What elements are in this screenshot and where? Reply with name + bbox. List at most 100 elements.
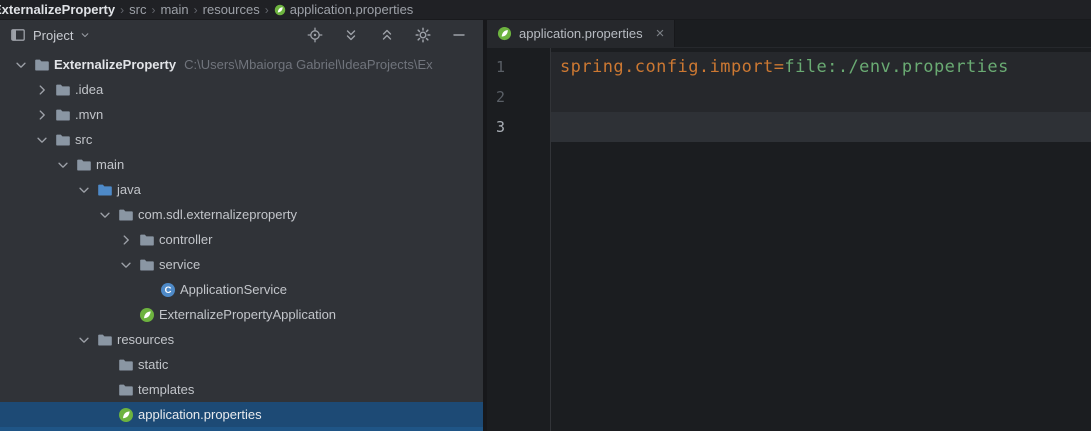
tab-label: application.properties <box>519 26 643 41</box>
code-area[interactable]: spring.config.import=file:./env.properti… <box>551 48 1091 431</box>
project-tree: ExternalizeProperty C:\Users\Mbaiorga Ga… <box>0 50 483 427</box>
tree-item-externalizepropertyapplication[interactable]: ExternalizePropertyApplication <box>0 302 483 327</box>
editor-gutter: 1 2 3 <box>487 48 551 431</box>
spring-properties-icon <box>274 4 286 16</box>
spring-boot-icon <box>137 307 157 323</box>
item-label: src <box>75 132 93 147</box>
editor-pane: application.properties × 1 2 3 spring.conf… <box>487 20 1091 431</box>
folder-icon <box>53 82 73 98</box>
item-label: main <box>96 157 125 172</box>
tab-application-properties[interactable]: application.properties × <box>487 20 676 47</box>
folder-icon <box>95 332 115 348</box>
chevron-icon <box>94 408 116 422</box>
spring-properties-icon <box>116 407 136 423</box>
chevron-icon <box>94 358 116 372</box>
source-folder-icon <box>95 182 115 198</box>
tree-item-java[interactable]: java <box>0 177 483 202</box>
item-label: ExternalizePropertyApplication <box>159 307 337 322</box>
project-panel-title[interactable]: Project <box>33 28 73 43</box>
folder-icon <box>74 157 94 173</box>
tab-close-icon[interactable]: × <box>656 26 665 41</box>
chevron-down-icon[interactable] <box>115 258 137 272</box>
chevron-down-icon[interactable] <box>52 158 74 172</box>
project-panel-toolbar <box>307 27 467 43</box>
locate-icon[interactable] <box>307 27 323 43</box>
item-label: static <box>138 357 169 372</box>
code-segment: spring.config.import <box>560 57 774 77</box>
tree-item-service[interactable]: service <box>0 252 483 277</box>
chevron-right-icon[interactable] <box>31 108 53 122</box>
folder-icon <box>53 132 73 148</box>
folder-icon <box>116 357 136 373</box>
chevron-down-icon[interactable] <box>73 183 95 197</box>
breadcrumb-separator: › <box>151 2 156 17</box>
breadcrumb-resources[interactable]: resources <box>203 2 260 17</box>
chevron-down-icon[interactable] <box>10 58 32 72</box>
tree-item-src[interactable]: src <box>0 127 483 152</box>
item-label: .mvn <box>75 107 104 122</box>
navigation-breadcrumb-bar: ExternalizeProperty › src › main › resources › a… <box>0 0 1091 20</box>
item-label: ApplicationService <box>180 282 287 297</box>
line-number-3: 3 <box>496 118 506 136</box>
tree-item-controller[interactable]: controller <box>0 227 483 252</box>
breadcrumb-main[interactable]: main <box>160 2 188 17</box>
tree-item-templates[interactable]: templates <box>0 377 483 402</box>
code-line-3[interactable] <box>551 112 1091 142</box>
line-number-1: 1 <box>496 58 506 76</box>
code-segment: = <box>773 57 785 77</box>
collapse-all-icon[interactable] <box>379 27 395 43</box>
item-label: com.sdl.externalizeproperty <box>138 207 297 222</box>
settings-gear-icon[interactable] <box>415 27 431 43</box>
project-tool-window: Project ExternalizeProperty C:\Users\Mba… <box>0 20 483 431</box>
item-label: application.properties <box>138 407 262 422</box>
breadcrumb-externalizeproperty[interactable]: ExternalizeProperty <box>0 2 115 17</box>
svg-text:C: C <box>165 285 172 296</box>
line-number-2: 2 <box>496 88 506 106</box>
breadcrumb-src[interactable]: src <box>129 2 146 17</box>
chevron-right-icon[interactable] <box>115 233 137 247</box>
expand-all-icon[interactable] <box>343 27 359 43</box>
code-line-2[interactable] <box>551 82 1091 112</box>
item-label: templates <box>138 382 195 397</box>
tree-item-resources[interactable]: resources <box>0 327 483 352</box>
class-icon: C <box>158 282 178 298</box>
spring-properties-icon <box>497 26 512 41</box>
chevron-icon <box>94 383 116 397</box>
tree-item-applicationservice[interactable]: C ApplicationService <box>0 277 483 302</box>
tree-item-externalizeproperty[interactable]: ExternalizeProperty C:\Users\Mbaiorga Ga… <box>0 52 483 77</box>
project-folder-icon <box>32 57 52 73</box>
breadcrumb-separator: › <box>120 2 125 17</box>
project-tool-window-icon[interactable] <box>10 27 26 43</box>
chevron-down-icon[interactable] <box>94 208 116 222</box>
chevron-down-icon[interactable] <box>31 133 53 147</box>
package-icon <box>116 207 136 223</box>
item-label: controller <box>159 232 213 247</box>
editor: 1 2 3 spring.config.import=file:./env.prop… <box>487 48 1091 431</box>
breadcrumb-separator: › <box>264 2 269 17</box>
breadcrumb-label: application.properties <box>289 2 414 17</box>
project-dropdown-chevron-icon[interactable] <box>80 30 90 40</box>
tree-item-.mvn[interactable]: .mvn <box>0 102 483 127</box>
panel-horizontal-scrollbar[interactable] <box>0 427 483 431</box>
chevron-right-icon[interactable] <box>31 83 53 97</box>
breadcrumb-label: resources <box>202 2 260 17</box>
breadcrumb-separator: › <box>193 2 198 17</box>
tree-item-com.sdl.externalizeproperty[interactable]: com.sdl.externalizeproperty <box>0 202 483 227</box>
item-label: ExternalizeProperty <box>54 57 177 72</box>
tree-item-static[interactable]: static <box>0 352 483 377</box>
item-label: resources <box>117 332 175 347</box>
chevron-down-icon[interactable] <box>73 333 95 347</box>
item-label: service <box>159 257 201 272</box>
breadcrumb-label: src <box>129 2 147 17</box>
code-line-1[interactable]: spring.config.import=file:./env.properti… <box>551 52 1091 82</box>
package-icon <box>137 232 157 248</box>
editor-tab-bar: application.properties × <box>487 20 1091 48</box>
item-label: java <box>117 182 141 197</box>
tree-item-application.properties[interactable]: application.properties <box>0 402 483 427</box>
breadcrumb-application.properties[interactable]: application.properties <box>274 2 414 17</box>
minimize-icon[interactable] <box>451 27 467 43</box>
tree-item-.idea[interactable]: .idea <box>0 77 483 102</box>
tree-item-main[interactable]: main <box>0 152 483 177</box>
ide-window: ExternalizeProperty › src › main › resources › a… <box>0 0 1091 431</box>
item-label: .idea <box>75 82 104 97</box>
